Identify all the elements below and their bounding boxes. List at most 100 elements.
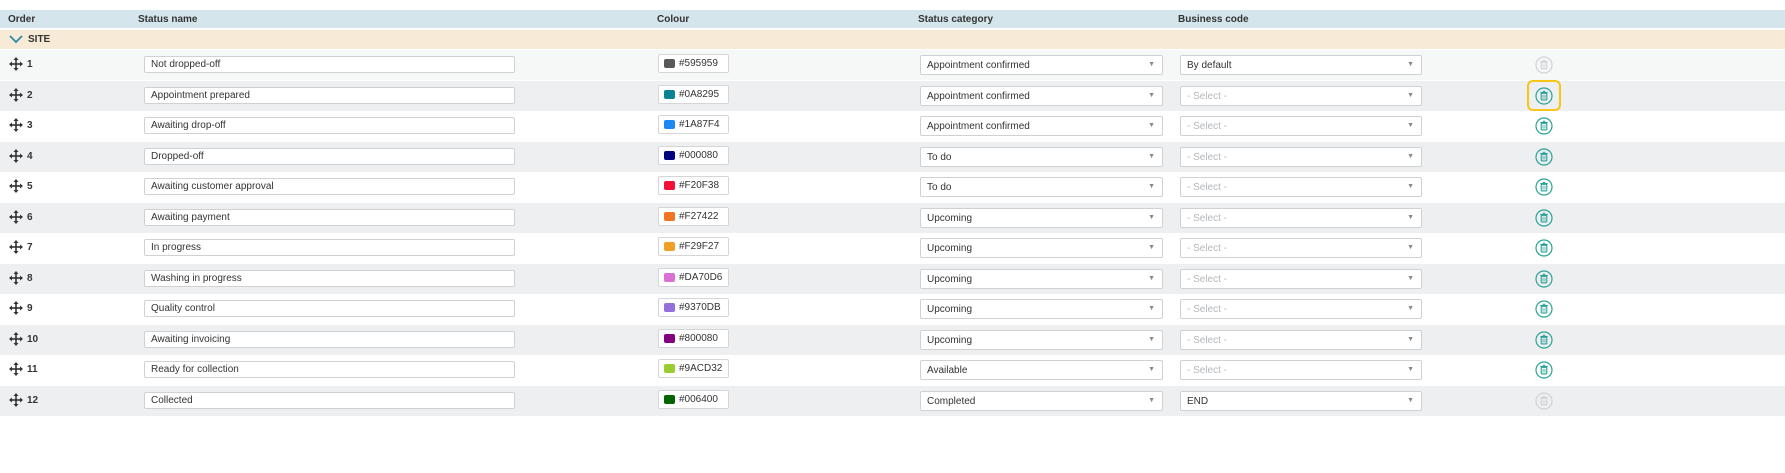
business-code-value: - Select - — [1187, 304, 1228, 315]
business-code-select[interactable]: - Select - ▼ — [1180, 238, 1422, 258]
business-code-select[interactable]: By default ▼ — [1180, 55, 1422, 75]
move-arrows-icon[interactable] — [9, 331, 23, 346]
business-code-select[interactable]: - Select - ▼ — [1180, 207, 1422, 228]
table-row: 6 Awaiting payment #F27422 Upcoming ▼ - … — [0, 202, 1785, 233]
colour-swatch — [664, 150, 675, 160]
status-category-select[interactable]: To do ▼ — [920, 146, 1163, 167]
move-arrows-icon[interactable] — [9, 301, 23, 315]
trash-icon[interactable] — [1535, 330, 1553, 349]
colour-picker[interactable]: #DA70D6 — [658, 267, 729, 287]
status-category-select[interactable]: Available ▼ — [920, 360, 1163, 380]
move-arrows-icon[interactable] — [9, 179, 23, 193]
move-arrows-icon[interactable] — [9, 270, 23, 285]
status-category-select[interactable]: Completed ▼ — [920, 390, 1163, 411]
trash-icon[interactable] — [1535, 147, 1553, 166]
status-name-input[interactable]: Ready for collection — [144, 361, 515, 378]
business-code-select[interactable]: - Select - ▼ — [1180, 177, 1422, 197]
move-arrows-icon[interactable] — [9, 148, 23, 163]
status-name-input[interactable]: Awaiting invoicing — [144, 330, 515, 348]
business-code-value: - Select - — [1187, 334, 1228, 346]
business-code-select[interactable]: - Select - ▼ — [1180, 299, 1422, 319]
business-code-select[interactable]: - Select - ▼ — [1180, 85, 1422, 106]
colour-picker[interactable]: #9370DB — [658, 298, 729, 317]
status-name-input[interactable]: Awaiting drop-off — [144, 117, 515, 134]
status-name-input[interactable]: Collected — [144, 391, 515, 409]
status-name-input[interactable]: Awaiting payment — [144, 208, 515, 226]
caret-down-icon: ▼ — [1148, 152, 1155, 160]
colour-picker[interactable]: #F20F38 — [658, 176, 729, 195]
order-number: 12 — [27, 394, 39, 406]
status-category-select[interactable]: Upcoming ▼ — [920, 299, 1163, 319]
status-category-select[interactable]: Upcoming ▼ — [920, 268, 1163, 289]
colour-picker[interactable]: #1A87F4 — [658, 115, 729, 134]
business-code-select[interactable]: - Select - ▼ — [1180, 146, 1422, 167]
status-category-select[interactable]: To do ▼ — [920, 177, 1163, 197]
move-arrows-icon[interactable] — [9, 209, 23, 224]
status-category-select[interactable]: Upcoming ▼ — [920, 329, 1163, 350]
trash-icon[interactable] — [1535, 208, 1553, 227]
status-category-value: To do — [927, 182, 952, 193]
caret-down-icon: ▼ — [1148, 305, 1155, 312]
table-row: 1 Not dropped-off #595959 Appointment co… — [0, 50, 1785, 80]
caret-down-icon: ▼ — [1407, 152, 1414, 160]
move-arrows-icon[interactable] — [9, 118, 23, 132]
business-code-select[interactable]: - Select - ▼ — [1180, 116, 1422, 136]
status-category-value: Completed — [927, 395, 976, 407]
status-name-input[interactable]: Quality control — [144, 300, 515, 317]
group-row-site[interactable]: SITE — [0, 30, 1785, 49]
trash-icon[interactable] — [1535, 361, 1553, 379]
colour-picker[interactable]: #595959 — [658, 54, 729, 73]
chevron-down-icon[interactable] — [9, 33, 23, 45]
move-arrows-icon[interactable] — [9, 87, 23, 102]
colour-picker[interactable]: #0A8295 — [658, 84, 729, 104]
colour-picker[interactable]: #006400 — [658, 389, 729, 409]
status-category-select[interactable]: Upcoming ▼ — [920, 238, 1163, 258]
business-code-select[interactable]: - Select - ▼ — [1180, 360, 1422, 380]
caret-down-icon: ▼ — [1407, 396, 1414, 404]
table-row: 8 Washing in progress #DA70D6 Upcoming ▼… — [0, 263, 1785, 294]
colour-picker[interactable]: #9ACD32 — [658, 359, 729, 378]
move-arrows-icon[interactable] — [9, 240, 23, 254]
colour-hex: #595959 — [679, 58, 718, 69]
status-category-select[interactable]: Appointment confirmed ▼ — [920, 55, 1163, 75]
status-name-input[interactable]: Appointment prepared — [144, 86, 515, 104]
colour-picker[interactable]: #800080 — [658, 328, 729, 348]
trash-icon[interactable] — [1535, 300, 1553, 318]
status-category-select[interactable]: Appointment confirmed ▼ — [920, 85, 1163, 106]
caret-down-icon: ▼ — [1407, 213, 1414, 221]
colour-swatch — [664, 272, 675, 282]
business-code-value: By default — [1187, 60, 1232, 71]
status-category-value: Appointment confirmed — [927, 60, 1030, 71]
table-header: Order Status name Colour Status category… — [0, 10, 1785, 28]
business-code-select[interactable]: - Select - ▼ — [1180, 329, 1422, 350]
status-category-value: To do — [927, 151, 952, 163]
status-category-select[interactable]: Upcoming ▼ — [920, 207, 1163, 228]
business-code-select[interactable]: - Select - ▼ — [1180, 268, 1422, 289]
status-name-input[interactable]: In progress — [144, 239, 515, 256]
col-business-code: Business code — [1178, 14, 1249, 25]
colour-picker[interactable]: #000080 — [658, 145, 729, 165]
status-name-input[interactable]: Washing in progress — [144, 269, 515, 287]
trash-icon[interactable] — [1535, 178, 1553, 196]
colour-picker[interactable]: #F27422 — [658, 206, 729, 226]
colour-swatch — [664, 211, 675, 221]
colour-picker[interactable]: #F29F27 — [658, 237, 729, 256]
status-name-input[interactable]: Not dropped-off — [144, 56, 515, 73]
status-category-select[interactable]: Appointment confirmed ▼ — [920, 116, 1163, 136]
trash-icon[interactable] — [1535, 269, 1553, 288]
caret-down-icon: ▼ — [1407, 335, 1414, 343]
status-name-input[interactable]: Dropped-off — [144, 147, 515, 165]
caret-down-icon: ▼ — [1407, 122, 1414, 129]
trash-icon[interactable] — [1535, 117, 1553, 135]
move-arrows-icon[interactable] — [9, 57, 23, 71]
trash-icon[interactable] — [1535, 239, 1553, 257]
move-arrows-icon[interactable] — [9, 362, 23, 376]
business-code-value: - Select - — [1187, 90, 1228, 102]
business-code-value: - Select - — [1187, 151, 1228, 163]
status-category-value: Upcoming — [927, 334, 973, 346]
status-name-input[interactable]: Awaiting customer approval — [144, 178, 515, 195]
order-number: 2 — [27, 89, 33, 101]
business-code-select[interactable]: END ▼ — [1180, 390, 1422, 411]
move-arrows-icon[interactable] — [9, 392, 23, 407]
colour-swatch — [664, 303, 675, 312]
